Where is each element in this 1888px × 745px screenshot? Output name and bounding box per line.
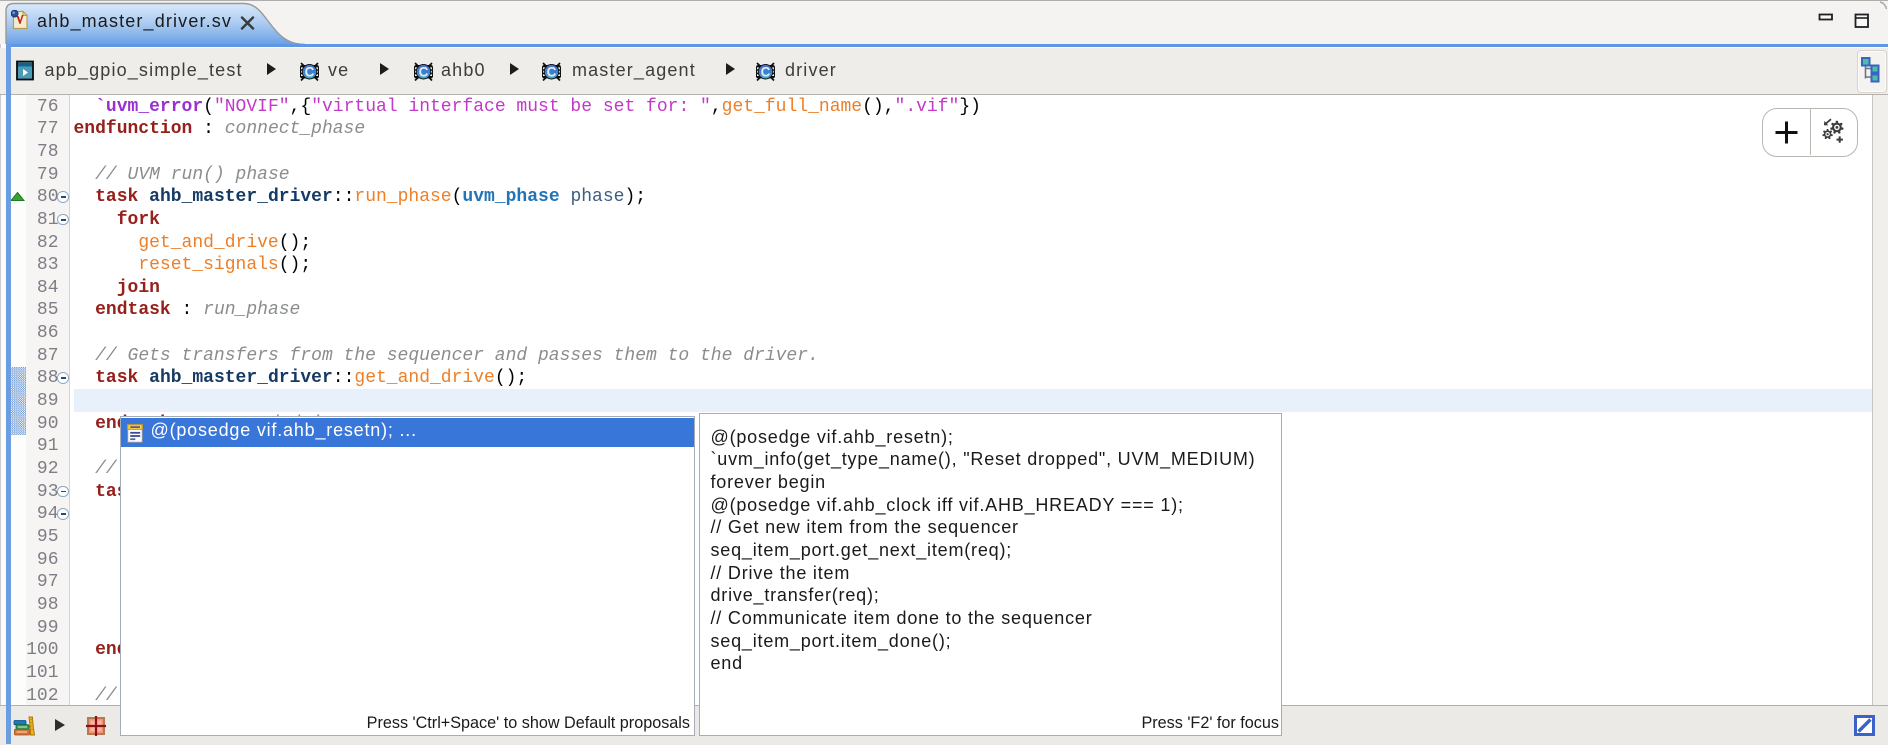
svg-text:C: C: [305, 64, 315, 79]
svg-text:C: C: [547, 64, 557, 79]
svg-text:C: C: [760, 64, 770, 79]
svg-text:C: C: [418, 64, 428, 79]
